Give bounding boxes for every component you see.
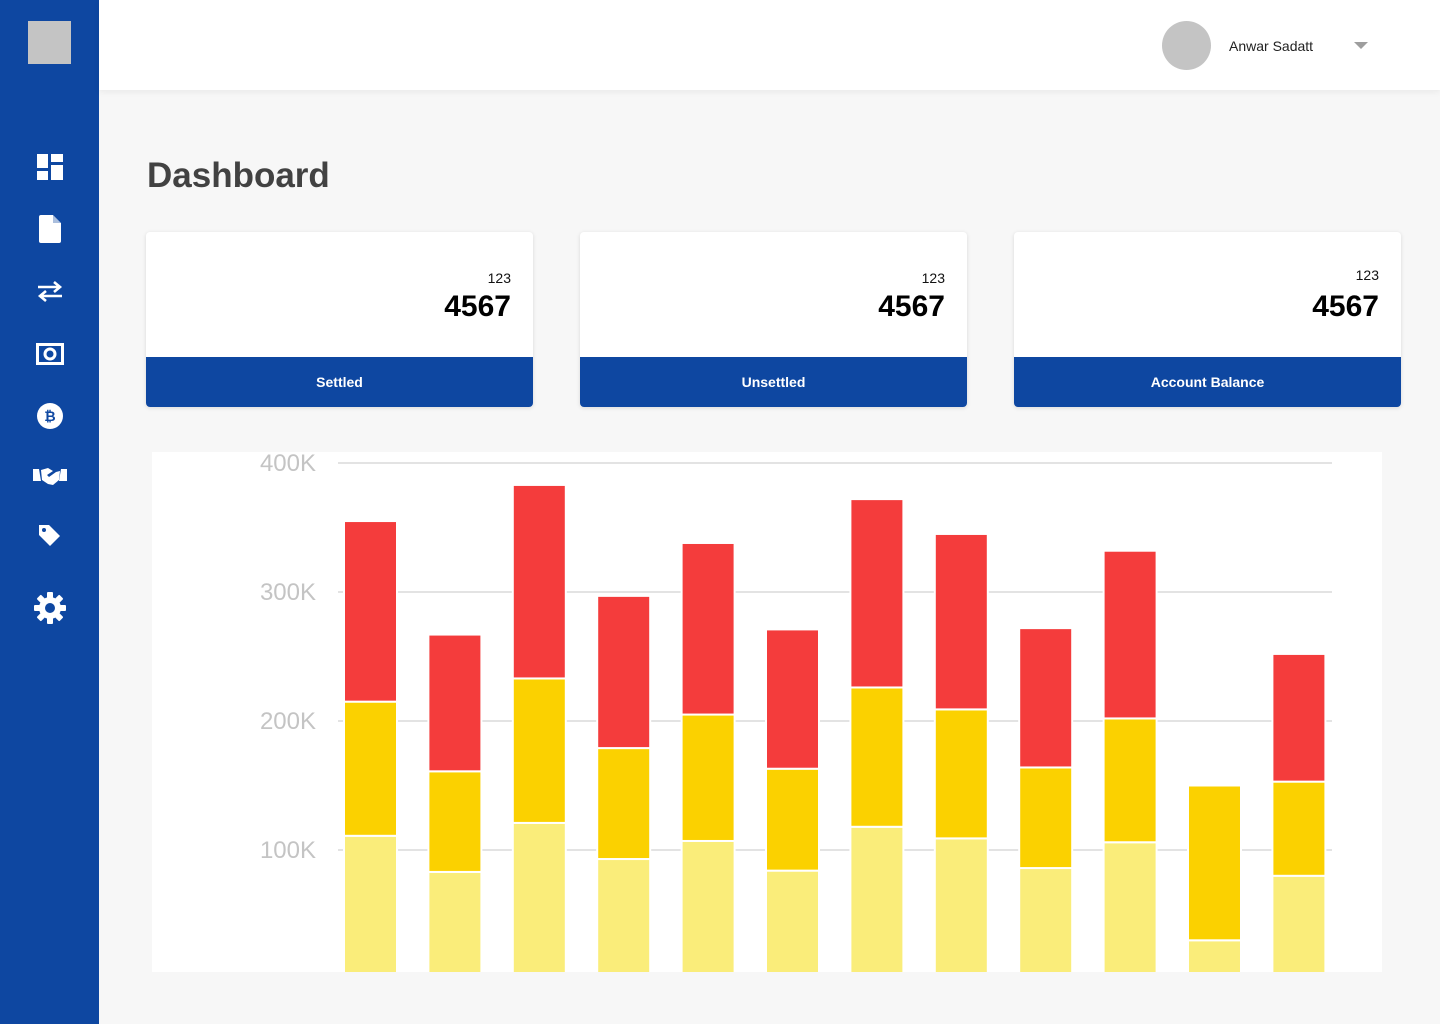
nav-settings[interactable] [29, 588, 71, 628]
card-small-value: 123 [921, 270, 945, 286]
bar-segment[interactable] [1102, 841, 1158, 972]
bar-segment[interactable] [511, 483, 567, 680]
bar-segment[interactable] [511, 677, 567, 824]
bar-segment[interactable] [1271, 652, 1327, 783]
dashboard-icon [37, 154, 63, 180]
card-settled: 123 4567 Settled [146, 232, 533, 407]
bar-segment[interactable] [849, 686, 905, 828]
bar-segment[interactable] [1271, 780, 1327, 877]
y-tick-label: 100K [260, 837, 316, 864]
card-big-value: 4567 [878, 290, 945, 323]
bar-segment[interactable] [1102, 717, 1158, 844]
bar-segment[interactable] [680, 839, 736, 972]
card-unsettled: 123 4567 Unsettled [580, 232, 967, 407]
money-icon [36, 343, 64, 365]
card-small-value: 123 [1355, 267, 1379, 283]
chevron-down-icon[interactable] [1354, 42, 1368, 49]
bitcoin-icon: ₿ [37, 403, 63, 429]
bar-segment[interactable] [1102, 549, 1158, 720]
y-tick-label: 300K [260, 579, 316, 606]
nav-money[interactable] [29, 334, 71, 374]
y-tick-label: 200K [260, 708, 316, 735]
bar-segment[interactable] [1018, 766, 1074, 870]
bar-segment[interactable] [1187, 784, 1242, 942]
y-tick-label: 400K [260, 452, 316, 477]
card-unsettled-button[interactable]: Unsettled [580, 357, 967, 407]
bar-segment[interactable] [1187, 939, 1242, 972]
card-big-value: 4567 [1312, 290, 1379, 323]
card-account-balance-button[interactable]: Account Balance [1014, 357, 1401, 407]
bar-segment[interactable] [765, 869, 820, 972]
bar-segment[interactable] [933, 837, 989, 972]
bar-segment[interactable] [343, 834, 398, 972]
nav-bitcoin[interactable]: ₿ [29, 396, 71, 436]
card-small-value: 123 [487, 270, 511, 286]
bar-segment[interactable] [596, 858, 652, 972]
sidebar: ₿ [0, 0, 99, 1024]
stacked-bar-chart: 100K 200K 300K 400K [152, 452, 1382, 972]
bar-segment[interactable] [427, 633, 483, 773]
handshake-icon [33, 468, 67, 485]
bar-segment[interactable] [933, 708, 989, 840]
bar-segment[interactable] [849, 825, 905, 972]
bar-segment[interactable] [1271, 874, 1327, 972]
transfer-arrows-icon [37, 281, 63, 302]
bar-segment[interactable] [1018, 627, 1074, 769]
avatar[interactable] [1162, 21, 1211, 70]
page-title: Dashboard [147, 156, 330, 195]
bar-segment[interactable] [680, 713, 736, 842]
nav-dashboard[interactable] [29, 147, 71, 187]
bar-segment[interactable] [933, 532, 989, 711]
user-name[interactable]: Anwar Sadatt [1229, 38, 1313, 54]
card-account-balance: 123 4567 Account Balance [1014, 232, 1401, 407]
svg-text:₿: ₿ [44, 408, 55, 424]
logo[interactable] [28, 21, 71, 64]
card-settled-button[interactable]: Settled [146, 357, 533, 407]
chart-svg: 100K 200K 300K 400K [260, 452, 1332, 972]
bar-segment[interactable] [596, 747, 652, 861]
nav-transfers[interactable] [29, 271, 71, 311]
document-icon [39, 215, 61, 243]
bar-segment[interactable] [427, 770, 483, 873]
bar-segment[interactable] [849, 498, 905, 689]
gear-icon [34, 592, 66, 624]
bar-segment[interactable] [427, 870, 483, 972]
nav-deals[interactable] [29, 456, 71, 496]
nav-documents[interactable] [29, 209, 71, 249]
bar-segment[interactable] [765, 767, 820, 872]
nav-tags[interactable] [29, 516, 71, 556]
bar-segment[interactable] [343, 700, 398, 837]
bar-segment[interactable] [1018, 867, 1074, 972]
bar-segment[interactable] [765, 628, 820, 770]
bar-segment[interactable] [596, 594, 652, 750]
top-bar: Anwar Sadatt [99, 0, 1440, 90]
tag-icon [39, 525, 60, 546]
card-big-value: 4567 [444, 290, 511, 323]
bar-segment[interactable] [511, 821, 567, 972]
bar-segment[interactable] [680, 541, 736, 716]
bar-segment[interactable] [343, 520, 398, 703]
